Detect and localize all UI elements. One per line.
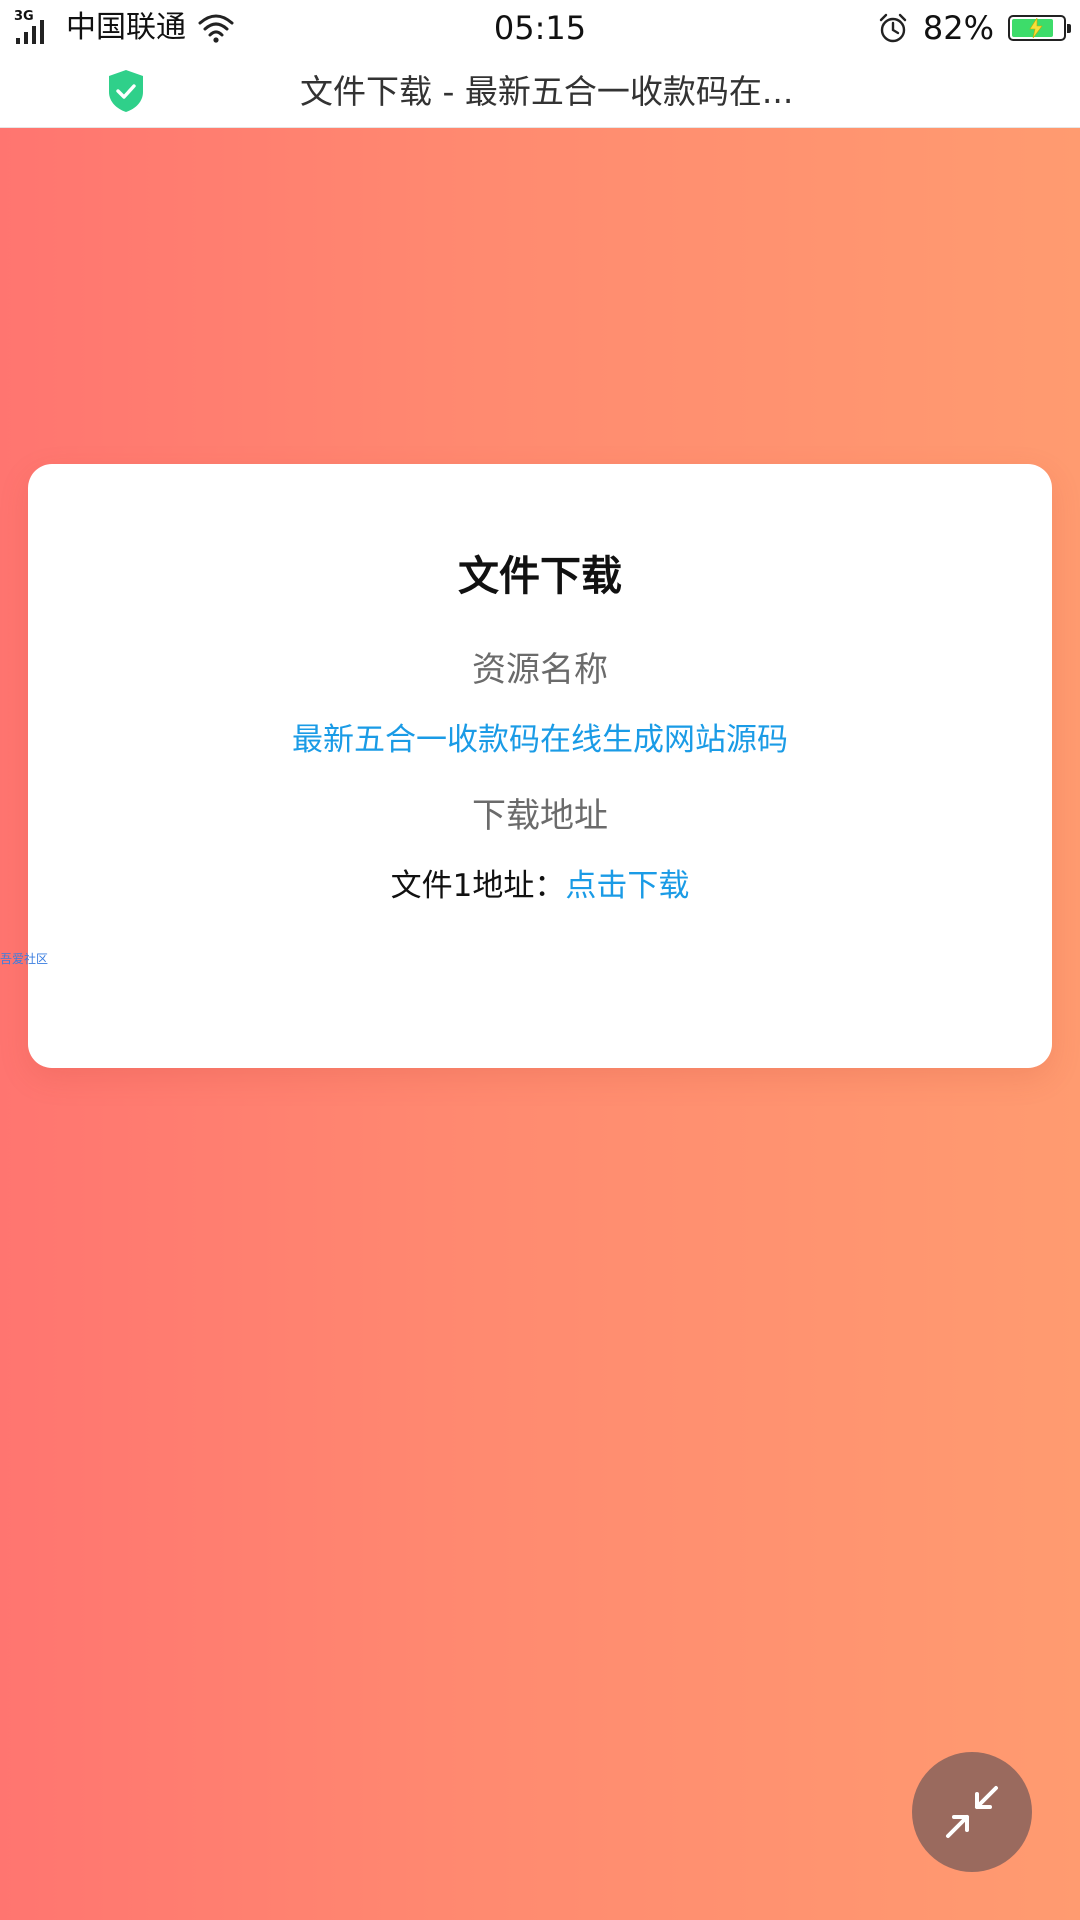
collapse-arrows-icon — [946, 1786, 998, 1838]
watermark-link[interactable]: 吾爱社区 — [0, 952, 48, 966]
card-title: 文件下载 — [458, 552, 622, 600]
resource-name-link[interactable]: 最新五合一收款码在线生成网站源码 — [28, 720, 1052, 760]
battery-icon — [1008, 15, 1071, 41]
shield-check-icon[interactable] — [106, 68, 146, 114]
download-card: 文件下载 资源名称 最新五合一收款码在线生成网站源码 下载地址 文件1地址：点击… — [28, 464, 1052, 1068]
file-download-row: 文件1地址：点击下载 — [28, 866, 1052, 906]
battery-percent: 82% — [922, 9, 994, 47]
battery-cap — [1067, 24, 1071, 33]
charging-bolt-icon — [1029, 18, 1043, 38]
status-bar: 3G 中国联通 05:15 82% — [0, 0, 1080, 56]
resource-name-label: 资源名称 — [472, 650, 608, 690]
download-address-label: 下载地址 — [472, 796, 608, 836]
page-title: 文件下载 - 最新五合一收款码在... — [300, 72, 794, 111]
download-link[interactable]: 点击下载 — [565, 868, 689, 904]
browser-title-bar: 文件下载 - 最新五合一收款码在... — [0, 56, 1080, 128]
alarm-icon — [879, 13, 907, 43]
collapse-button[interactable] — [912, 1752, 1032, 1872]
status-right: 82% — [877, 6, 1071, 50]
file-address-label: 文件1地址： — [390, 868, 566, 904]
